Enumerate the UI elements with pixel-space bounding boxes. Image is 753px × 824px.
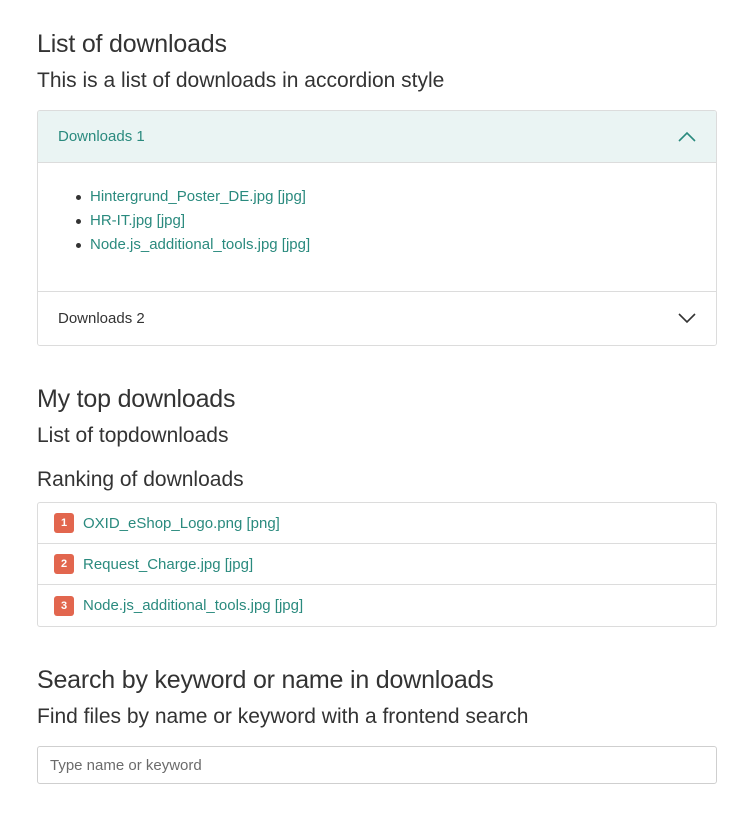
downloads-title: List of downloads	[37, 30, 227, 58]
ranking-download-link[interactable]: Node.js_additional_tools.jpg [jpg]	[83, 597, 303, 614]
ranking-download-link[interactable]: OXID_eShop_Logo.png [png]	[83, 515, 280, 532]
ranking-row: 3 Node.js_additional_tools.jpg [jpg]	[38, 585, 716, 626]
download-link[interactable]: Node.js_additional_tools.jpg [jpg]	[90, 236, 310, 253]
rank-badge: 3	[54, 595, 74, 616]
downloads-subtitle: This is a list of downloads in accordion…	[37, 69, 445, 92]
accordion-header-downloads-1[interactable]: Downloads 1	[38, 111, 716, 163]
download-file-list: Hintergrund_Poster_DE.jpg [jpg] HR-IT.jp…	[76, 185, 696, 257]
rank-badge: 2	[54, 554, 74, 574]
ranking-row: 2 Request_Charge.jpg [jpg]	[38, 544, 716, 585]
chevron-down-icon[interactable]	[678, 313, 696, 324]
downloads-accordion: Downloads 1 Hintergrund_Poster_DE.jpg [j…	[37, 110, 717, 346]
accordion-body-downloads-1: Hintergrund_Poster_DE.jpg [jpg] HR-IT.jp…	[38, 163, 716, 292]
ranking-row: 1 OXID_eShop_Logo.png [png]	[38, 503, 716, 544]
list-item: HR-IT.jpg [jpg]	[76, 209, 696, 233]
download-link[interactable]: Hintergrund_Poster_DE.jpg [jpg]	[90, 188, 306, 205]
top-downloads-subtitle: List of topdownloads	[37, 424, 229, 447]
download-link[interactable]: HR-IT.jpg [jpg]	[90, 212, 185, 229]
accordion-label: Downloads 1	[58, 128, 145, 145]
top-downloads-title: My top downloads	[37, 385, 236, 413]
ranking-download-link[interactable]: Request_Charge.jpg [jpg]	[83, 556, 253, 573]
ranking-list: 1 OXID_eShop_Logo.png [png] 2 Request_Ch…	[37, 502, 717, 627]
search-subtitle: Find files by name or keyword with a fro…	[37, 705, 529, 728]
accordion-header-downloads-2[interactable]: Downloads 2	[38, 292, 716, 345]
list-item: Hintergrund_Poster_DE.jpg [jpg]	[76, 185, 696, 209]
ranking-heading: Ranking of downloads	[37, 468, 244, 491]
rank-badge: 1	[54, 513, 74, 533]
chevron-up-icon[interactable]	[678, 131, 696, 142]
search-input[interactable]	[37, 746, 717, 784]
search-title: Search by keyword or name in downloads	[37, 666, 494, 694]
accordion-label: Downloads 2	[58, 310, 145, 327]
list-item: Node.js_additional_tools.jpg [jpg]	[76, 233, 696, 257]
